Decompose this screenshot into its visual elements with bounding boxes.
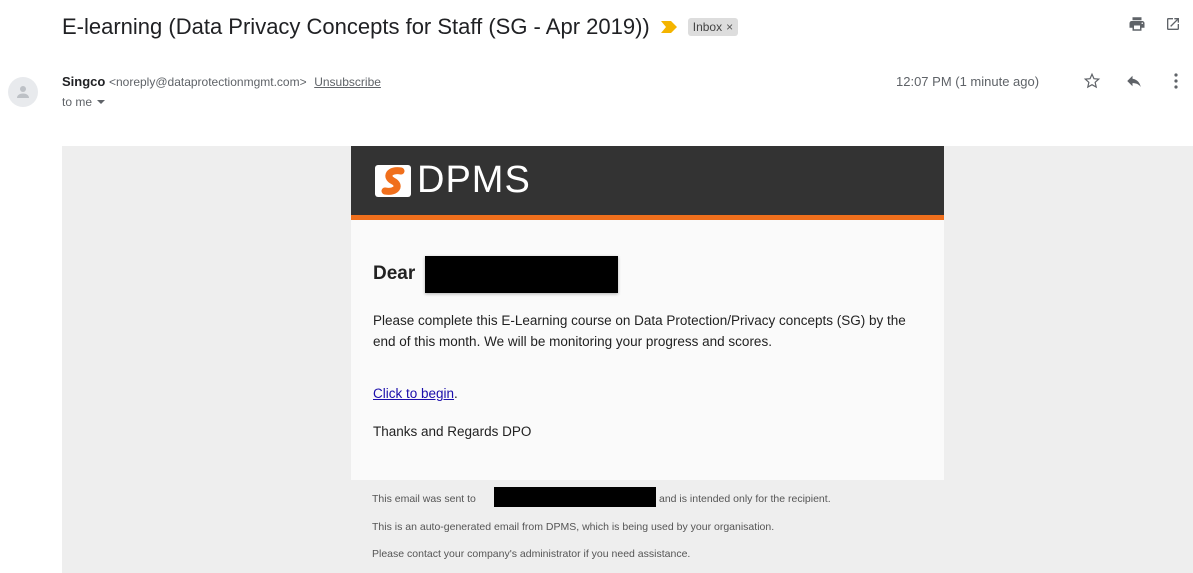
footer-line-2: This is an auto-generated email from DPM… xyxy=(372,521,775,533)
top-actions xyxy=(1127,14,1183,34)
logo-text: DPMS xyxy=(417,159,531,201)
reply-icon[interactable] xyxy=(1124,71,1144,91)
avatar xyxy=(8,77,38,107)
subject-row: E-learning (Data Privacy Concepts for St… xyxy=(62,12,739,42)
redacted-name xyxy=(425,256,618,293)
chevron-down-icon xyxy=(97,100,106,104)
footer-line-1-prefix: This email was sent to xyxy=(372,493,476,505)
label-chip-inbox: Inbox × xyxy=(687,18,739,36)
email-card: DPMS Dear Please complete this E-Learnin… xyxy=(351,146,944,480)
recipient-text: to me xyxy=(62,95,93,109)
sender-line: Singco <noreply@dataprotectionmgmt.com> … xyxy=(62,74,381,89)
message-actions xyxy=(1082,71,1186,91)
email-banner: DPMS xyxy=(351,146,944,220)
open-in-new-icon[interactable] xyxy=(1163,14,1183,34)
sender-email: <noreply@dataprotectionmgmt.com> xyxy=(108,75,307,89)
email-content: Dear Please complete this E-Learning cou… xyxy=(351,220,944,480)
greeting: Dear xyxy=(373,263,416,284)
dpms-logo-icon xyxy=(375,164,411,197)
email-subject: E-learning (Data Privacy Concepts for St… xyxy=(62,14,650,39)
footer-line-3: Please contact your company's administra… xyxy=(372,548,691,560)
footer-line-1-suffix: and is intended only for the recipient. xyxy=(659,493,831,505)
star-icon[interactable] xyxy=(1082,71,1102,91)
label-chip-text: Inbox xyxy=(692,20,723,34)
message-paragraph: Please complete this E-Learning course o… xyxy=(373,313,906,349)
link-suffix: . xyxy=(454,386,458,401)
redacted-email xyxy=(494,487,656,507)
importance-marker-icon[interactable] xyxy=(660,16,680,38)
remove-label-button[interactable]: × xyxy=(726,20,733,34)
more-vert-icon[interactable] xyxy=(1166,71,1186,91)
sender-name[interactable]: Singco xyxy=(62,74,105,89)
recipient-details-toggle[interactable]: to me xyxy=(62,95,106,109)
avatar-icon xyxy=(17,86,29,98)
timestamp: 12:07 PM (1 minute ago) xyxy=(896,74,1040,89)
click-to-begin-link[interactable]: Click to begin xyxy=(373,386,454,401)
begin-line: Click to begin. xyxy=(373,386,458,401)
signoff: Thanks and Regards DPO xyxy=(373,424,532,439)
print-icon[interactable] xyxy=(1127,14,1147,34)
unsubscribe-link[interactable]: Unsubscribe xyxy=(314,75,381,89)
